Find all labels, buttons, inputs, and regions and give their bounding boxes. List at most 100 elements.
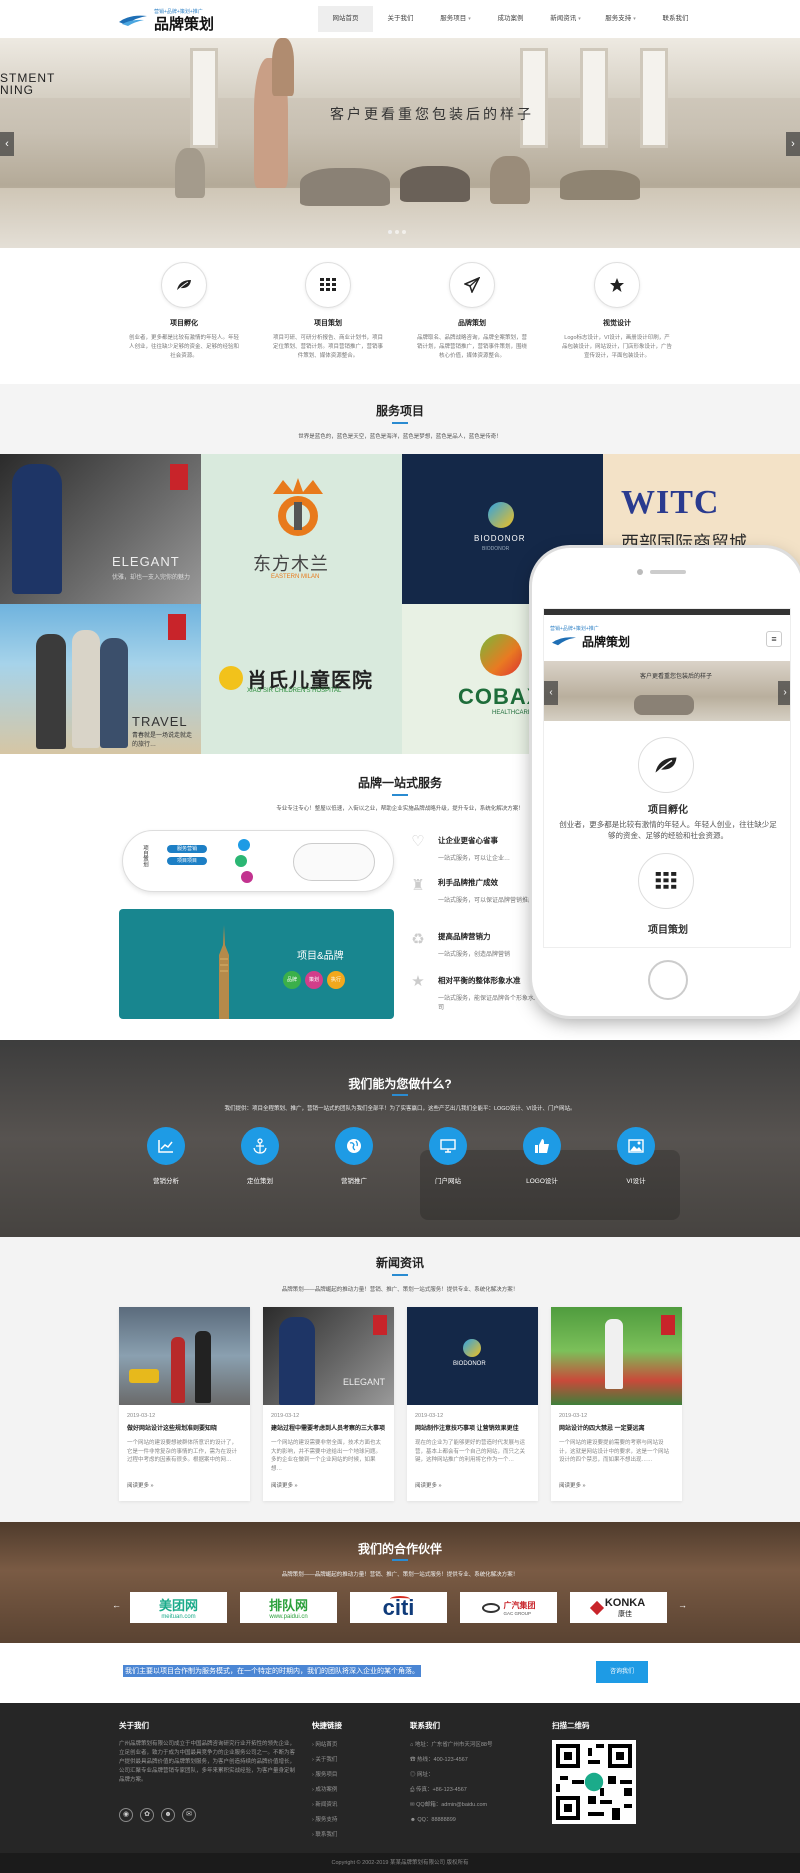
news-thumbnail bbox=[551, 1307, 682, 1405]
partner-logo-gac[interactable]: 广汽集团 GAC GROUP bbox=[460, 1592, 557, 1623]
thumbnail-figure bbox=[605, 1319, 623, 1389]
nav-item[interactable]: 新闻资讯 ▾ bbox=[538, 6, 593, 32]
banner-window bbox=[580, 48, 608, 148]
footer-link[interactable]: › 服务支持 bbox=[312, 1815, 337, 1823]
banner-dot[interactable] bbox=[388, 230, 392, 234]
read-more-link[interactable]: 阅读更多 » bbox=[559, 1481, 586, 1489]
partners-next-arrow[interactable]: → bbox=[678, 1600, 687, 1610]
nav-item[interactable]: 联系我们 bbox=[648, 6, 703, 32]
nav-item[interactable]: 成功案例 bbox=[483, 6, 538, 32]
title-underline bbox=[392, 422, 408, 424]
partner-logo-paidui[interactable]: 排队网 www.paidui.cn bbox=[240, 1592, 337, 1623]
phone-feature-title: 项目孵化 bbox=[648, 805, 688, 816]
partner-logo-subtext: meituan.com bbox=[161, 1614, 196, 1620]
news-excerpt: 一个网站的建设要想被群体所意识的设计了，它是一件非常复杂的事情的工作，需为在设计… bbox=[127, 1440, 238, 1463]
grid-icon bbox=[655, 872, 677, 889]
nav-item[interactable]: 关于我们 bbox=[373, 6, 428, 32]
contact-qq: ☻ QQ：88888899 bbox=[410, 1817, 456, 1823]
partner-logo-subtext: GAC GROUP bbox=[503, 1610, 532, 1616]
service-icon-item[interactable]: 定位策划 bbox=[220, 1127, 300, 1185]
news-headline[interactable]: 做好网站设计这些规划准则要知晓 bbox=[127, 1423, 242, 1432]
partners-prev-arrow[interactable]: ← bbox=[112, 1600, 121, 1610]
service-icon-item[interactable]: VI设计 bbox=[596, 1127, 676, 1185]
partner-logo-meituan[interactable]: 美团网 meituan.com bbox=[130, 1592, 227, 1623]
phone-screen: 营销+品牌+策划+推广 品牌策划 ≡ 客户更看重您包装后的样子 ‹ › 项目孵化… bbox=[543, 608, 791, 948]
news-card[interactable]: 2019-03-12 网站设计的四大禁忌 一定要远离 一个网站的建设要提前需要的… bbox=[551, 1307, 682, 1501]
cta-bar: 我们主要以项目合作制为服务模式，在一个特定的时期内，我们的团队将深入企业的某个角… bbox=[0, 1643, 800, 1703]
banner-model-figure bbox=[400, 166, 470, 202]
biodonor-logo-icon bbox=[488, 502, 514, 528]
banner-dot[interactable] bbox=[402, 230, 406, 234]
site-logo[interactable]: 营销+品牌+策划+推广 品牌策划 bbox=[118, 7, 214, 33]
footer-link[interactable]: › 联系我们 bbox=[312, 1830, 337, 1838]
contact-us-button[interactable]: 咨询我们 bbox=[596, 1661, 648, 1683]
footer-link[interactable]: › 新闻资讯 bbox=[312, 1800, 337, 1808]
service-icon-item[interactable]: 营销推广 bbox=[314, 1127, 394, 1185]
trophy-icon: ♜ bbox=[411, 877, 425, 894]
partner-logo-text: 排队网 bbox=[268, 1598, 308, 1613]
footer-link[interactable]: › 成功案例 bbox=[312, 1785, 337, 1793]
feature-icon-circle bbox=[449, 262, 495, 308]
banner-next-arrow[interactable]: › bbox=[786, 132, 800, 156]
feature-item[interactable]: 项目策划 项目可研、可研分析报告、商业计划书，项目定位策划、营销计划。项目营销推… bbox=[273, 262, 383, 361]
feature-item[interactable]: 项目孵化 创业者，更多都是比较有激情的年轻人。年轻人创业，往往缺少足够的资金、足… bbox=[129, 262, 239, 361]
partner-logo-citi[interactable]: citi bbox=[350, 1592, 447, 1623]
nav-item[interactable]: 服务支持 ▾ bbox=[593, 6, 648, 32]
footer-link[interactable]: › 网站首页 bbox=[312, 1740, 337, 1748]
konka-logo-icon bbox=[589, 1600, 604, 1615]
read-more-link[interactable]: 阅读更多 » bbox=[271, 1481, 298, 1489]
service-tile-elegant[interactable]: ELEGANT 优雅，却也一支入完你的魅力 bbox=[0, 454, 201, 604]
news-card[interactable]: ELEGANT 2019-03-12 建站过程中需要考虑到人员考察的三大事项 一… bbox=[263, 1307, 394, 1501]
whatwedo-subtitle: 我们提供：项目全程策划、推广，营销一站式的团队为我们全部平！为了实客赢口，这些产… bbox=[224, 1106, 576, 1112]
service-tile-dongfang[interactable]: 东方木兰 EASTERN MILAN bbox=[201, 454, 402, 604]
phone-banner-next[interactable]: › bbox=[778, 681, 790, 705]
news-excerpt: 一个网站的建设需要非常全面，技术方面也太大的影响，并不需要中途给出一个地球问题。… bbox=[271, 1440, 382, 1472]
title-underline bbox=[392, 794, 408, 796]
banner-model-figure bbox=[490, 156, 530, 204]
news-card[interactable]: BIODONOR 2019-03-12 网站制作注意技巧事项 让营销效果更佳 现… bbox=[407, 1307, 538, 1501]
service-tile-xiaoshi[interactable]: 肖氏儿童医院 XIAO SIR CHILDREN'S HOSPITAL bbox=[201, 604, 402, 754]
phone-feature-title: 项目策划 bbox=[648, 925, 688, 936]
footer-link[interactable]: › 服务项目 bbox=[312, 1770, 337, 1778]
weibo-icon[interactable]: ◉ bbox=[119, 1808, 133, 1822]
banner-model-figure bbox=[300, 168, 390, 206]
read-more-link[interactable]: 阅读更多 » bbox=[415, 1481, 442, 1489]
service-icon-circle bbox=[335, 1127, 373, 1165]
phone-feature-icon-circle bbox=[638, 737, 694, 793]
tile-caption: TRAVEL bbox=[132, 714, 188, 729]
phone-camera bbox=[637, 569, 643, 575]
feature-item[interactable]: 品牌策划 品牌取名、品牌战略咨询，品牌全案策划，营销计划，品牌营销推广，营销事件… bbox=[417, 262, 527, 361]
news-headline[interactable]: 建站过程中需要考虑到人员考察的三大事项 bbox=[271, 1423, 386, 1432]
contact-website: ◎ 网址： bbox=[410, 1772, 434, 1778]
feature-desc: 项目可研、可研分析报告、商业计划书，项目定位策划、营销计划。项目营销推广，营销事… bbox=[273, 335, 384, 359]
banner-prev-arrow[interactable]: ‹ bbox=[0, 132, 14, 156]
banner-dot[interactable] bbox=[395, 230, 399, 234]
service-icon-item[interactable]: LOGO设计 bbox=[502, 1127, 582, 1185]
phone-menu-icon[interactable]: ≡ bbox=[766, 631, 782, 647]
footer-link[interactable]: › 关于我们 bbox=[312, 1755, 337, 1763]
partner-logo-konka[interactable]: KONKA 康佳 bbox=[570, 1592, 667, 1623]
chevron-down-icon: ▾ bbox=[633, 16, 636, 22]
wechat-icon[interactable]: ✿ bbox=[140, 1808, 154, 1822]
phone-banner-prev[interactable]: ‹ bbox=[544, 681, 558, 705]
banner-ceiling bbox=[0, 38, 800, 98]
news-headline[interactable]: 网站制作注意技巧事项 让营销效果更佳 bbox=[415, 1423, 530, 1432]
grid-icon bbox=[320, 278, 336, 291]
hero-banner: STMENT NING 客户更看重您包装后的样子 ‹ › bbox=[0, 38, 800, 248]
service-icon-item[interactable]: 营销分析 bbox=[126, 1127, 206, 1185]
email-icon[interactable]: ✉ bbox=[182, 1808, 196, 1822]
nav-item[interactable]: 网站首页 bbox=[318, 6, 373, 32]
service-tile-travel[interactable]: TRAVEL 青春就是一场说走就走的旅行… bbox=[0, 604, 201, 754]
news-headline[interactable]: 网站设计的四大禁忌 一定要远离 bbox=[559, 1423, 674, 1432]
tile-subcaption: 优雅，却也一支入完你的魅力 bbox=[112, 575, 191, 581]
news-card[interactable]: 2019-03-12 做好网站设计这些规划准则要知晓 一个网站的建设要想被群体所… bbox=[119, 1307, 250, 1501]
whatwedo-title: 我们能为您做什么? bbox=[348, 1077, 452, 1091]
service-icon-item[interactable]: 门户网站 bbox=[408, 1127, 488, 1185]
feature-item[interactable]: 视觉设计 Logo标志设计，VI设计，画册设计印刷，产品包装设计，网站设计，门店… bbox=[562, 262, 672, 361]
qq-icon[interactable]: ☻ bbox=[161, 1808, 175, 1822]
logo-swoosh-icon bbox=[552, 637, 576, 646]
flow-step-pill: 服务营销 bbox=[167, 845, 207, 853]
footer-links-title: 快捷链接 bbox=[312, 1721, 342, 1730]
read-more-link[interactable]: 阅读更多 » bbox=[127, 1481, 154, 1489]
nav-item[interactable]: 服务项目 ▾ bbox=[428, 6, 483, 32]
